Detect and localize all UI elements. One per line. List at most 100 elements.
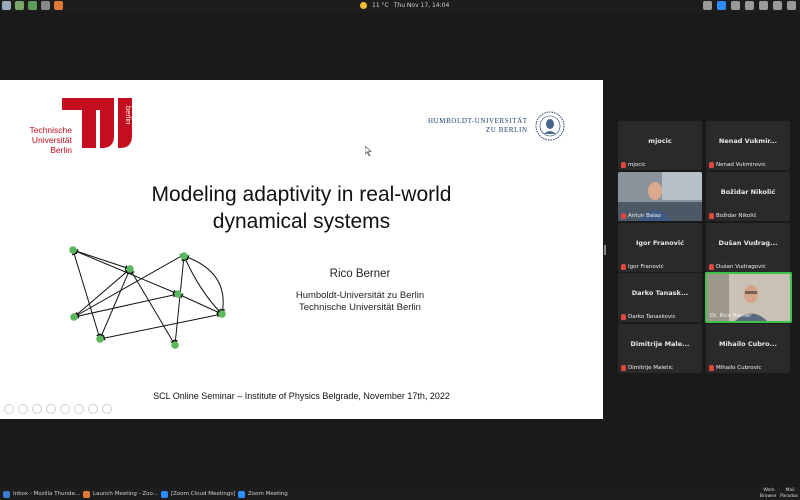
firefox-icon <box>83 490 90 498</box>
participant-name: Dimitrije Male... <box>630 340 690 348</box>
participant-tile[interactable]: Igor Franović Igor Franović <box>618 223 702 272</box>
participant-name: Igor Franović <box>635 239 685 247</box>
tu-berlin-wordmark: Technische Universität Berlin <box>22 125 72 155</box>
workspace-switcher[interactable]: Work Mail Browse Paradox <box>758 488 800 500</box>
participant-label: mjocic <box>628 162 646 168</box>
participant-label: Igor Franović <box>628 264 664 270</box>
muted-mic-icon <box>621 264 626 270</box>
update-icon[interactable] <box>731 1 740 10</box>
muted-mic-icon <box>709 162 714 168</box>
taskbar-item-launch-meeting[interactable]: Launch Meeting - Zoo... <box>83 489 158 499</box>
next-slide-icon[interactable] <box>18 404 28 414</box>
graph-node <box>171 341 179 349</box>
workspace-paradox[interactable]: Paradox <box>780 494 798 500</box>
taskbar-item-label: [Zoom Cloud Meetings] <box>171 491 236 497</box>
active-speaker-video-tile[interactable]: Dr. Rico Berner <box>705 272 792 323</box>
slide-title: Modeling adaptivity in real-world dynami… <box>0 181 603 235</box>
taskbar-item-label: Zoom Meeting <box>248 491 288 497</box>
taskbar: Inbox - Mozilla Thunde... Launch Meeting… <box>0 488 800 500</box>
slideshow-controls <box>4 404 112 414</box>
tub-vertical-text: berlin <box>124 106 133 124</box>
zoom-icon[interactable] <box>60 404 70 414</box>
terminal-icon[interactable] <box>15 1 24 10</box>
mouse-cursor-icon <box>365 146 372 156</box>
participant-label: Božidar Nikolić <box>716 213 757 219</box>
app-menu-icon[interactable] <box>2 1 11 10</box>
files-icon[interactable] <box>28 1 37 10</box>
author-affiliation: Humboldt-Universität zu Berlin Technisch… <box>270 290 450 314</box>
participant-tile[interactable]: Dimitrije Male... Dimitrije Maletic <box>618 324 702 373</box>
folder-icon[interactable] <box>41 1 50 10</box>
zoom-icon <box>238 490 245 498</box>
taskbar-item-thunderbird[interactable]: Inbox - Mozilla Thunde... <box>3 489 80 499</box>
participant-name: Darko Tanask... <box>631 289 689 297</box>
prev-slide-icon[interactable] <box>4 404 14 414</box>
affiliation-line-1: Humboldt-Universität zu Berlin <box>295 290 425 301</box>
tub-line-3: Berlin <box>50 145 72 155</box>
copy-icon[interactable] <box>46 404 56 414</box>
zoom-tray-icon[interactable] <box>717 1 726 10</box>
clock-area[interactable]: 11 °C Thu Nov 17, 14:04 <box>360 2 449 9</box>
participant-label: Darko Tanaskovic <box>628 314 676 320</box>
participant-tile[interactable]: Nenad Vukmir... Nenad Vukmirovic <box>706 121 790 170</box>
participant-tile[interactable]: Mihailo Cubro... Mihailo Cubrovic <box>706 324 790 373</box>
slide-footer: SCL Online Seminar – Institute of Physic… <box>153 391 450 401</box>
muted-mic-icon <box>709 264 714 270</box>
tray-chevron-icon[interactable] <box>703 1 712 10</box>
workspace-browse[interactable]: Browse <box>760 494 776 500</box>
taskbar-item-label: Inbox - Mozilla Thunde... <box>13 491 81 497</box>
volume-icon[interactable] <box>773 1 782 10</box>
muted-mic-icon <box>709 365 714 371</box>
slide-title-line-2: dynamical systems <box>212 210 391 233</box>
participant-label: Nenad Vukmirovic <box>716 162 766 168</box>
firefox-icon[interactable] <box>54 1 63 10</box>
participant-name: Mihailo Cubro... <box>718 340 778 348</box>
graph-node <box>69 246 77 254</box>
hu-line-2: ZU BERLIN <box>485 126 528 134</box>
panel-splitter-handle[interactable] <box>604 245 606 255</box>
network-graph-illustration <box>69 246 226 349</box>
power-icon[interactable] <box>787 1 796 10</box>
slide-title-line-1: Modeling adaptivity in real-world <box>151 183 452 206</box>
muted-mic-icon <box>621 314 626 320</box>
more-options-icon[interactable] <box>102 404 112 414</box>
participant-label: Antun Balaz <box>628 213 662 219</box>
bluetooth-icon[interactable] <box>745 1 754 10</box>
weather-text: 11 °C <box>372 2 389 9</box>
participant-label: Mihailo Cubrovic <box>716 365 762 371</box>
participant-name: Nenad Vukmir... <box>718 137 778 145</box>
participant-video-tile[interactable]: Antun Balaz <box>618 172 702 221</box>
datetime: Thu Nov 17, 14:04 <box>393 2 450 9</box>
tub-line-1: Technische <box>29 125 72 135</box>
participant-tile[interactable]: Božidar Nikolić Božidar Nikolić <box>706 172 790 221</box>
graph-node <box>70 313 78 321</box>
pen-icon[interactable] <box>32 404 42 414</box>
taskbar-item-zoom-meeting[interactable]: Zoom Meeting <box>238 489 288 499</box>
author-name: Rico Berner <box>329 268 391 280</box>
tub-line-2: Universität <box>31 135 72 145</box>
participant-tile[interactable]: Darko Tanask... Darko Tanaskovic <box>618 273 702 322</box>
taskbar-item-label: Launch Meeting - Zoo... <box>93 491 158 497</box>
muted-mic-icon <box>621 162 626 168</box>
participant-name: Božidar Nikolić <box>720 188 776 196</box>
subtitle-icon[interactable] <box>88 404 98 414</box>
humboldt-logo: HUMBOLDT-UNIVERSITÄT ZU BERLIN <box>428 110 566 142</box>
muted-mic-icon <box>621 213 626 219</box>
network-icon[interactable] <box>759 1 768 10</box>
participant-name: Dušan Vudrag... <box>718 239 778 247</box>
graph-node <box>180 252 188 260</box>
thunderbird-icon <box>3 490 10 498</box>
humboldt-seal-icon <box>535 111 565 141</box>
participant-name: mjocic <box>648 137 672 145</box>
slides-grid-icon[interactable] <box>74 404 84 414</box>
tray-icons <box>703 1 796 10</box>
shared-slide: berlin Technische Universität Berlin HUM… <box>0 80 603 419</box>
participant-tile[interactable]: mjocic mjocic <box>618 121 702 170</box>
participant-label: Dimitrije Maletic <box>628 365 673 371</box>
affiliation-line-2: Technische Universität Berlin <box>299 302 421 313</box>
top-left-launchers <box>2 1 63 10</box>
taskbar-item-zoom-cloud[interactable]: [Zoom Cloud Meetings] <box>161 489 235 499</box>
system-top-bar: 11 °C Thu Nov 17, 14:04 <box>0 0 800 12</box>
graph-node <box>96 335 104 343</box>
participant-tile[interactable]: Dušan Vudrag... Dušan Vudragović <box>706 223 790 272</box>
